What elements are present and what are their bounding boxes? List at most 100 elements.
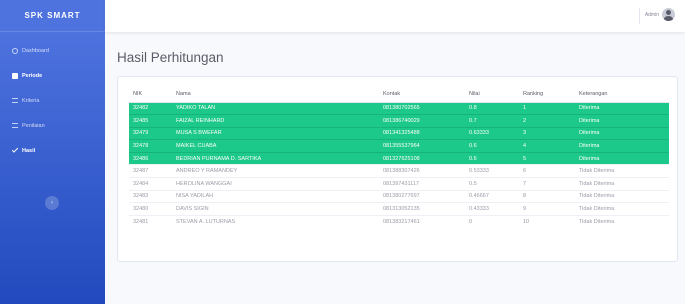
- cell-nama: HEROLINA WANGGAI: [172, 177, 379, 191]
- criteria-icon: [12, 98, 18, 103]
- cell-kontak: 081386740029: [379, 114, 465, 128]
- cell-kontak: 081397431117: [379, 177, 465, 191]
- table-row: 32480 DAVIS SIGIN 081313052135 0.43333 9 Tida…: [129, 202, 669, 216]
- cell-nik: 32481: [129, 214, 172, 228]
- cell-nilai: 0.46667: [465, 189, 519, 203]
- cell-nilai: 0.53333: [465, 164, 519, 178]
- cell-nik: 32486: [129, 151, 172, 165]
- table-row: 32481 STEVAN A. LUTURNAS 081383217461 0 10 Ti…: [129, 214, 669, 228]
- cell-nik: 32484: [129, 177, 172, 191]
- cell-kontak: 081380702565: [379, 101, 465, 115]
- page-title: Hasil Perhitungan: [117, 50, 224, 65]
- cell-keterangan: Tidak Diterima: [575, 189, 669, 203]
- cell-ranking: 8: [519, 189, 575, 203]
- table-row: 32485 FAIZAL REINHARD 081386740029 0.7 2 Dite…: [129, 114, 669, 128]
- results-card: NIK Nama Kontak Nilai Ranking Keterangan…: [117, 76, 678, 262]
- results-table: NIK Nama Kontak Nilai Ranking Keterangan…: [129, 86, 669, 228]
- sidebar-toggle-button[interactable]: ‹: [45, 196, 59, 210]
- cell-nilai: 0.5: [465, 177, 519, 191]
- brand-title[interactable]: SPK SMART: [0, 0, 105, 32]
- avatar[interactable]: [662, 8, 675, 21]
- sidebar-item-label: Kriteria: [22, 97, 40, 104]
- cell-ranking: 3: [519, 126, 575, 140]
- cell-nama: FAIZAL REINHARD: [172, 114, 379, 128]
- table-row: 32478 MAIKEL CUABA 081355537964 0.6 4 Diterim…: [129, 139, 669, 153]
- cell-nik: 32483: [129, 189, 172, 203]
- table-row: 32487 ANDREO Y RAMANDEY 081388307426 0.5333…: [129, 164, 669, 178]
- cell-keterangan: Diterima: [575, 114, 669, 128]
- column-header-nilai[interactable]: Nilai: [465, 86, 519, 103]
- user-name[interactable]: Admin: [645, 12, 659, 18]
- table-header-row: NIK Nama Kontak Nilai Ranking Keterangan: [129, 86, 669, 103]
- cell-nama: YADIKO TALAN: [172, 101, 379, 115]
- cell-kontak: 081388307426: [379, 164, 465, 178]
- sidebar-item-penilaian[interactable]: Penilaian: [0, 113, 105, 138]
- sidebar-item-kriteria[interactable]: Kriteria: [0, 88, 105, 113]
- sidebar-item-dashboard[interactable]: Dashboard: [0, 38, 105, 63]
- check-icon: [11, 146, 19, 153]
- sidebar-item-label: Periode: [22, 72, 43, 79]
- cell-nilai: 0.43333: [465, 202, 519, 216]
- cell-ranking: 6: [519, 164, 575, 178]
- cell-nilai: 0.8: [465, 101, 519, 115]
- cell-nama: MAIKEL CUABA: [172, 139, 379, 153]
- sidebar-item-label: Penilaian: [22, 122, 45, 129]
- cell-nik: 32480: [129, 202, 172, 216]
- cell-nama: NISA YADILAH: [172, 189, 379, 203]
- cell-nik: 32482: [129, 101, 172, 115]
- cell-keterangan: Tidak Diterima: [575, 177, 669, 191]
- cell-keterangan: Diterima: [575, 151, 669, 165]
- cell-ranking: 9: [519, 202, 575, 216]
- sidebar-item-periode[interactable]: Periode: [0, 63, 105, 88]
- cell-nilai: 0.63333: [465, 126, 519, 140]
- topbar-divider: [639, 8, 640, 24]
- column-header-nama[interactable]: Nama: [172, 86, 379, 103]
- table-row: 32483 NISA YADILAH 081380277697 0.46667 8 Tid…: [129, 189, 669, 203]
- table-row: 32486 BEDRIAN PURNAMA D. SARTIKA 081327625…: [129, 151, 669, 165]
- sidebar-item-hasil[interactable]: Hasil: [0, 138, 105, 163]
- cell-keterangan: Tidak Diterima: [575, 202, 669, 216]
- column-header-keterangan[interactable]: Keterangan: [575, 86, 669, 103]
- cell-nik: 32478: [129, 139, 172, 153]
- cell-nama: BEDRIAN PURNAMA D. SARTIKA: [172, 151, 379, 165]
- cell-ranking: 7: [519, 177, 575, 191]
- sidebar-item-label: Dashboard: [22, 47, 49, 54]
- column-header-ranking[interactable]: Ranking: [519, 86, 575, 103]
- column-header-nik[interactable]: NIK: [129, 86, 172, 103]
- period-icon: [12, 72, 18, 79]
- cell-nama: ANDREO Y RAMANDEY: [172, 164, 379, 178]
- assessment-icon: [12, 123, 18, 128]
- topbar: Admin: [105, 0, 685, 32]
- cell-keterangan: Tidak Diterima: [575, 164, 669, 178]
- cell-ranking: 2: [519, 114, 575, 128]
- cell-ranking: 1: [519, 101, 575, 115]
- cell-ranking: 5: [519, 151, 575, 165]
- cell-ranking: 4: [519, 139, 575, 153]
- cell-keterangan: Diterima: [575, 101, 669, 115]
- cell-kontak: 081383217461: [379, 214, 465, 228]
- cell-nama: STEVAN A. LUTURNAS: [172, 214, 379, 228]
- cell-nilai: 0.6: [465, 151, 519, 165]
- cell-nilai: 0: [465, 214, 519, 228]
- cell-kontak: 081313052135: [379, 202, 465, 216]
- cell-kontak: 081355537964: [379, 139, 465, 153]
- sidebar-nav: Dashboard Periode Kriteria Penilaian Has…: [0, 32, 105, 163]
- dashboard-icon: [12, 47, 18, 54]
- table-row: 32482 YADIKO TALAN 081380702565 0.8 1 Diterim…: [129, 101, 669, 115]
- cell-kontak: 081380277697: [379, 189, 465, 203]
- cell-nik: 32479: [129, 126, 172, 140]
- sidebar-item-label: Hasil: [22, 147, 36, 154]
- cell-kontak: 081327625108: [379, 151, 465, 165]
- cell-keterangan: Tidak Diterima: [575, 214, 669, 228]
- cell-ranking: 10: [519, 214, 575, 228]
- table-row: 32484 HEROLINA WANGGAI 081397431117 0.5 7 Tid…: [129, 177, 669, 191]
- sidebar: SPK SMART Dashboard Periode Kriteria Pen…: [0, 0, 105, 304]
- cell-nilai: 0.6: [465, 139, 519, 153]
- cell-kontak: 081341325488: [379, 126, 465, 140]
- cell-nik: 32485: [129, 114, 172, 128]
- column-header-kontak[interactable]: Kontak: [379, 86, 465, 103]
- cell-nama: DAVIS SIGIN: [172, 202, 379, 216]
- table-row: 32479 MUSA S BWEFAR 081341325488 0.63333 3 Di…: [129, 126, 669, 140]
- cell-nama: MUSA S BWEFAR: [172, 126, 379, 140]
- cell-keterangan: Diterima: [575, 139, 669, 153]
